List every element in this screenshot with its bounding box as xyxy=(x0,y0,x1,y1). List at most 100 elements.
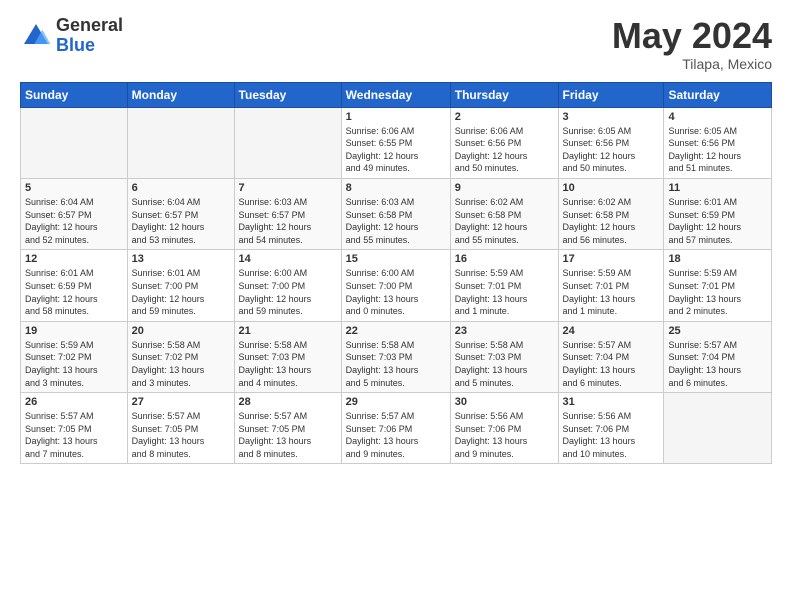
calendar-cell: 7Sunrise: 6:03 AM Sunset: 6:57 PM Daylig… xyxy=(234,178,341,249)
header: General Blue May 2024 Tilapa, Mexico xyxy=(20,16,772,72)
calendar-cell: 23Sunrise: 5:58 AM Sunset: 7:03 PM Dayli… xyxy=(450,321,558,392)
day-info: Sunrise: 5:57 AM Sunset: 7:05 PM Dayligh… xyxy=(25,410,123,460)
day-info: Sunrise: 6:04 AM Sunset: 6:57 PM Dayligh… xyxy=(25,196,123,246)
day-number: 15 xyxy=(346,253,446,265)
col-header-tuesday: Tuesday xyxy=(234,82,341,107)
day-number: 9 xyxy=(455,182,554,194)
day-info: Sunrise: 5:59 AM Sunset: 7:02 PM Dayligh… xyxy=(25,339,123,389)
day-number: 1 xyxy=(346,111,446,123)
week-row-4: 26 Sunrise: 5:57 AM Sunset: 7:05 PM Dayli… xyxy=(21,393,772,464)
calendar-cell: 21Sunrise: 5:58 AM Sunset: 7:03 PM Dayli… xyxy=(234,321,341,392)
logo-text: General Blue xyxy=(56,16,123,56)
day-number: 26 xyxy=(25,396,123,408)
page: General Blue May 2024 Tilapa, Mexico Sun… xyxy=(0,0,792,612)
calendar-cell: 20Sunrise: 5:58 AM Sunset: 7:02 PM Dayli… xyxy=(127,321,234,392)
day-number: 27 xyxy=(132,396,230,408)
week-row-3: 19 Sunrise: 5:59 AM Sunset: 7:02 PM Dayli… xyxy=(21,321,772,392)
col-header-sunday: Sunday xyxy=(21,82,128,107)
calendar-cell: 13Sunrise: 6:01 AM Sunset: 7:00 PM Dayli… xyxy=(127,250,234,321)
logo-blue-text: Blue xyxy=(56,36,123,56)
day-info: Sunrise: 6:04 AM Sunset: 6:57 PM Dayligh… xyxy=(132,196,230,246)
col-header-saturday: Saturday xyxy=(664,82,772,107)
day-number: 18 xyxy=(668,253,767,265)
calendar-cell: 6 Sunrise: 6:04 AM Sunset: 6:57 PM Daylig… xyxy=(127,178,234,249)
calendar-cell: 1 Sunrise: 6:06 AM Sunset: 6:55 PM Daylig… xyxy=(341,107,450,178)
title-block: May 2024 Tilapa, Mexico xyxy=(612,16,772,72)
day-info: Sunrise: 6:02 AM Sunset: 6:58 PM Dayligh… xyxy=(455,196,554,246)
day-info: Sunrise: 5:57 AM Sunset: 7:05 PM Dayligh… xyxy=(132,410,230,460)
day-info: Sunrise: 6:00 AM Sunset: 7:00 PM Dayligh… xyxy=(239,267,337,317)
day-number: 19 xyxy=(25,325,123,337)
calendar-cell: 26 Sunrise: 5:57 AM Sunset: 7:05 PM Dayli… xyxy=(21,393,128,464)
day-number: 12 xyxy=(25,253,123,265)
day-info: Sunrise: 5:59 AM Sunset: 7:01 PM Dayligh… xyxy=(668,267,767,317)
calendar-cell: 14 Sunrise: 6:00 AM Sunset: 7:00 PM Dayli… xyxy=(234,250,341,321)
day-info: Sunrise: 5:58 AM Sunset: 7:03 PM Dayligh… xyxy=(346,339,446,389)
week-row-2: 12 Sunrise: 6:01 AM Sunset: 6:59 PM Dayli… xyxy=(21,250,772,321)
calendar-cell: 9 Sunrise: 6:02 AM Sunset: 6:58 PM Daylig… xyxy=(450,178,558,249)
calendar-cell xyxy=(127,107,234,178)
calendar-cell xyxy=(234,107,341,178)
calendar-cell: 31 Sunrise: 5:56 AM Sunset: 7:06 PM Dayli… xyxy=(558,393,664,464)
calendar-cell: 25 Sunrise: 5:57 AM Sunset: 7:04 PM Dayli… xyxy=(664,321,772,392)
day-number: 2 xyxy=(455,111,554,123)
month-title: May 2024 xyxy=(612,16,772,56)
day-number: 31 xyxy=(563,396,660,408)
logo-icon xyxy=(20,20,52,52)
day-number: 23 xyxy=(455,325,554,337)
day-number: 6 xyxy=(132,182,230,194)
calendar-cell: 8Sunrise: 6:03 AM Sunset: 6:58 PM Daylig… xyxy=(341,178,450,249)
day-number: 10 xyxy=(563,182,660,194)
calendar-cell: 28Sunrise: 5:57 AM Sunset: 7:05 PM Dayli… xyxy=(234,393,341,464)
calendar-cell: 19 Sunrise: 5:59 AM Sunset: 7:02 PM Dayli… xyxy=(21,321,128,392)
day-info: Sunrise: 6:05 AM Sunset: 6:56 PM Dayligh… xyxy=(668,125,767,175)
day-number: 5 xyxy=(25,182,123,194)
logo: General Blue xyxy=(20,16,123,56)
day-number: 22 xyxy=(346,325,446,337)
calendar-cell: 15Sunrise: 6:00 AM Sunset: 7:00 PM Dayli… xyxy=(341,250,450,321)
col-header-friday: Friday xyxy=(558,82,664,107)
day-info: Sunrise: 5:58 AM Sunset: 7:02 PM Dayligh… xyxy=(132,339,230,389)
calendar-cell: 16Sunrise: 5:59 AM Sunset: 7:01 PM Dayli… xyxy=(450,250,558,321)
week-row-0: 1 Sunrise: 6:06 AM Sunset: 6:55 PM Daylig… xyxy=(21,107,772,178)
calendar-cell: 17 Sunrise: 5:59 AM Sunset: 7:01 PM Dayli… xyxy=(558,250,664,321)
calendar-cell: 3 Sunrise: 6:05 AM Sunset: 6:56 PM Daylig… xyxy=(558,107,664,178)
day-info: Sunrise: 5:59 AM Sunset: 7:01 PM Dayligh… xyxy=(563,267,660,317)
day-info: Sunrise: 5:59 AM Sunset: 7:01 PM Dayligh… xyxy=(455,267,554,317)
col-header-thursday: Thursday xyxy=(450,82,558,107)
day-info: Sunrise: 6:01 AM Sunset: 7:00 PM Dayligh… xyxy=(132,267,230,317)
day-info: Sunrise: 5:56 AM Sunset: 7:06 PM Dayligh… xyxy=(563,410,660,460)
day-info: Sunrise: 6:05 AM Sunset: 6:56 PM Dayligh… xyxy=(563,125,660,175)
calendar-header-row: SundayMondayTuesdayWednesdayThursdayFrid… xyxy=(21,82,772,107)
calendar-cell: 4Sunrise: 6:05 AM Sunset: 6:56 PM Daylig… xyxy=(664,107,772,178)
logo-general-text: General xyxy=(56,16,123,36)
day-info: Sunrise: 5:57 AM Sunset: 7:04 PM Dayligh… xyxy=(563,339,660,389)
day-info: Sunrise: 6:01 AM Sunset: 6:59 PM Dayligh… xyxy=(25,267,123,317)
day-info: Sunrise: 6:06 AM Sunset: 6:55 PM Dayligh… xyxy=(346,125,446,175)
calendar: SundayMondayTuesdayWednesdayThursdayFrid… xyxy=(20,82,772,465)
week-row-1: 5 Sunrise: 6:04 AM Sunset: 6:57 PM Daylig… xyxy=(21,178,772,249)
calendar-cell: 10Sunrise: 6:02 AM Sunset: 6:58 PM Dayli… xyxy=(558,178,664,249)
calendar-cell: 18 Sunrise: 5:59 AM Sunset: 7:01 PM Dayli… xyxy=(664,250,772,321)
day-number: 17 xyxy=(563,253,660,265)
calendar-cell: 29Sunrise: 5:57 AM Sunset: 7:06 PM Dayli… xyxy=(341,393,450,464)
day-number: 30 xyxy=(455,396,554,408)
day-info: Sunrise: 6:06 AM Sunset: 6:56 PM Dayligh… xyxy=(455,125,554,175)
calendar-cell xyxy=(21,107,128,178)
day-info: Sunrise: 5:56 AM Sunset: 7:06 PM Dayligh… xyxy=(455,410,554,460)
day-number: 14 xyxy=(239,253,337,265)
col-header-wednesday: Wednesday xyxy=(341,82,450,107)
col-header-monday: Monday xyxy=(127,82,234,107)
day-number: 8 xyxy=(346,182,446,194)
calendar-cell: 27 Sunrise: 5:57 AM Sunset: 7:05 PM Dayli… xyxy=(127,393,234,464)
calendar-cell: 2 Sunrise: 6:06 AM Sunset: 6:56 PM Daylig… xyxy=(450,107,558,178)
day-number: 28 xyxy=(239,396,337,408)
day-info: Sunrise: 6:01 AM Sunset: 6:59 PM Dayligh… xyxy=(668,196,767,246)
day-number: 29 xyxy=(346,396,446,408)
day-number: 25 xyxy=(668,325,767,337)
day-number: 3 xyxy=(563,111,660,123)
day-info: Sunrise: 5:57 AM Sunset: 7:04 PM Dayligh… xyxy=(668,339,767,389)
day-number: 21 xyxy=(239,325,337,337)
calendar-cell xyxy=(664,393,772,464)
day-number: 24 xyxy=(563,325,660,337)
